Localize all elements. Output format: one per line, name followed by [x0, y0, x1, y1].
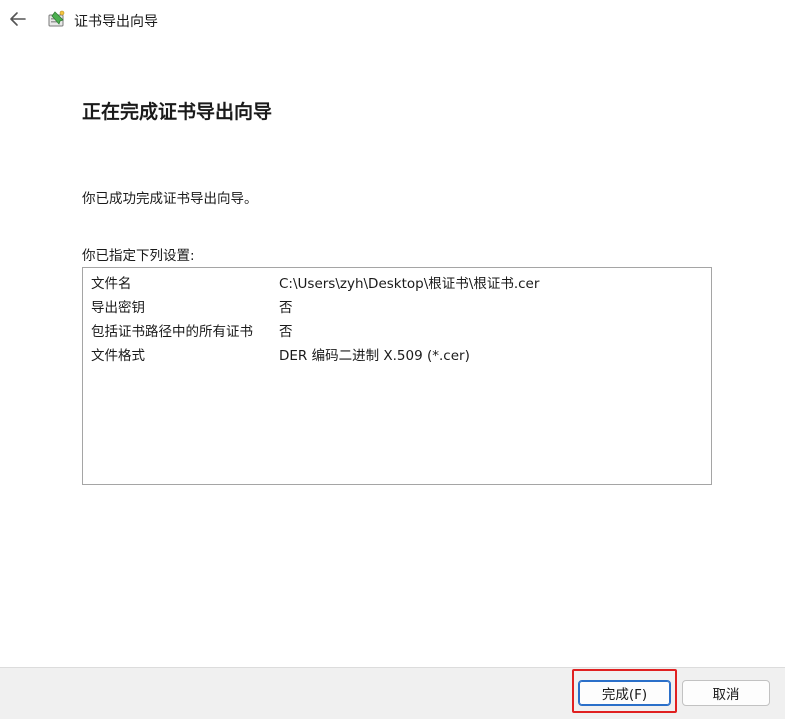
cancel-button[interactable]: 取消	[682, 680, 770, 706]
setting-value: 否	[279, 324, 293, 340]
setting-key: 文件名	[91, 276, 132, 292]
settings-label: 你已指定下列设置:	[82, 248, 195, 264]
certificate-wizard-icon	[48, 10, 65, 27]
page-heading: 正在完成证书导出向导	[82, 101, 273, 123]
setting-key: 导出密钥	[91, 300, 145, 316]
back-button[interactable]	[6, 7, 30, 31]
success-message: 你已成功完成证书导出向导。	[82, 191, 258, 207]
settings-list[interactable]: 文件名 C:\Users\zyh\Desktop\根证书\根证书.cer 导出密…	[82, 267, 712, 485]
title-bar: 证书导出向导	[0, 0, 785, 40]
settings-row-include-chain: 包括证书路径中的所有证书 否	[83, 317, 711, 341]
settings-row-export-key: 导出密钥 否	[83, 293, 711, 317]
setting-value: 否	[279, 300, 293, 316]
setting-value: DER 编码二进制 X.509 (*.cer)	[279, 348, 470, 364]
back-arrow-icon	[10, 12, 26, 26]
button-bar: 完成(F) 取消	[0, 667, 785, 719]
setting-value: C:\Users\zyh\Desktop\根证书\根证书.cer	[279, 276, 540, 292]
finish-button[interactable]: 完成(F)	[578, 680, 671, 706]
setting-key: 包括证书路径中的所有证书	[91, 324, 253, 340]
settings-row-filename: 文件名 C:\Users\zyh\Desktop\根证书\根证书.cer	[83, 269, 711, 293]
window-title: 证书导出向导	[74, 14, 158, 30]
setting-key: 文件格式	[91, 348, 145, 364]
settings-row-file-format: 文件格式 DER 编码二进制 X.509 (*.cer)	[83, 341, 711, 365]
